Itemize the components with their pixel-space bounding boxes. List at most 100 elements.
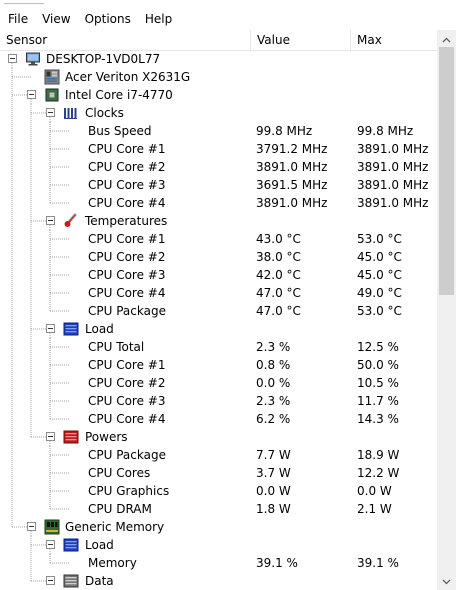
sensor-row-cpu-package[interactable]: CPU Package 7.7 W 18.9 W: [0, 446, 437, 464]
sensor-label: Load: [85, 538, 114, 552]
sensor-value: 2.3 %: [256, 394, 291, 408]
sensor-max: 2.1 W: [357, 502, 392, 516]
sensor-row-cpu-core-2[interactable]: CPU Core #2 3891.0 MHz 3891.0 MHz: [0, 158, 437, 176]
collapse-toggle-icon[interactable]: [46, 576, 55, 585]
sensor-label: CPU Core #2: [88, 160, 166, 174]
sensor-label: CPU Core #3: [88, 394, 166, 408]
sensor-row-acer-veriton-x2631g[interactable]: Acer Veriton X2631G: [0, 68, 437, 86]
menu-file[interactable]: File: [0, 7, 35, 31]
sensor-max: 11.7 %: [357, 394, 399, 408]
clock-bars-icon: [63, 105, 79, 121]
collapse-toggle-icon[interactable]: [8, 54, 17, 63]
sensor-value: 0.0 W: [256, 484, 291, 498]
sensor-row-cpu-core-1[interactable]: CPU Core #1 0.8 % 50.0 %: [0, 356, 437, 374]
sensor-label: CPU Core #2: [88, 250, 166, 264]
sensor-row-cpu-cores[interactable]: CPU Cores 3.7 W 12.2 W: [0, 464, 437, 482]
sensor-row-cpu-core-1[interactable]: CPU Core #1 3791.2 MHz 3891.0 MHz: [0, 140, 437, 158]
tree-node-desktop-1vd0l77[interactable]: DESKTOP-1VD0L77: [0, 50, 437, 68]
scroll-up-icon[interactable]: [437, 31, 456, 48]
collapse-toggle-icon[interactable]: [27, 522, 36, 531]
memory-module-icon: [44, 519, 60, 535]
collapse-toggle-icon[interactable]: [46, 216, 55, 225]
menu-view[interactable]: View: [35, 7, 77, 31]
sensor-value: 47.0 °C: [256, 286, 301, 300]
sensor-tree-table: Sensor Value Max DESKTOP-1VD0L77 Acer Ver…: [0, 30, 456, 590]
sensor-row-cpu-core-1[interactable]: CPU Core #1 43.0 °C 53.0 °C: [0, 230, 437, 248]
sensor-value: 2.3 %: [256, 340, 291, 354]
sensor-max: 0.0 W: [357, 484, 392, 498]
sensor-max: 45.0 °C: [357, 250, 402, 264]
collapse-toggle-icon[interactable]: [46, 432, 55, 441]
sensor-value: 99.8 MHz: [256, 124, 313, 138]
vertical-scrollbar[interactable]: [437, 30, 456, 590]
sensor-label: Acer Veriton X2631G: [65, 70, 191, 84]
sensor-label: Temperatures: [85, 214, 168, 228]
sensor-value: 6.2 %: [256, 412, 291, 426]
sensor-row-cpu-core-2[interactable]: CPU Core #2 38.0 °C 45.0 °C: [0, 248, 437, 266]
tree-node-load[interactable]: Load: [0, 320, 437, 338]
column-header-max[interactable]: Max: [350, 30, 437, 50]
sensor-row-cpu-core-3[interactable]: CPU Core #3 2.3 % 11.7 %: [0, 392, 437, 410]
sensor-label: Load: [85, 322, 114, 336]
sensor-max: 3891.0 MHz: [357, 142, 429, 156]
sensor-max: 99.8 MHz: [357, 124, 414, 138]
tree-node-data[interactable]: Data: [0, 572, 437, 590]
sensor-label: Data: [85, 574, 114, 588]
power-gauge-icon: [63, 429, 79, 445]
sensor-label: CPU Core #1: [88, 142, 166, 156]
sensor-row-memory[interactable]: Memory 39.1 % 39.1 %: [0, 554, 437, 572]
collapse-toggle-icon[interactable]: [46, 324, 55, 333]
sensor-row-cpu-core-4[interactable]: CPU Core #4 6.2 % 14.3 %: [0, 410, 437, 428]
sensor-row-cpu-graphics[interactable]: CPU Graphics 0.0 W 0.0 W: [0, 482, 437, 500]
sensor-row-bus-speed[interactable]: Bus Speed 99.8 MHz 99.8 MHz: [0, 122, 437, 140]
cpu-chip-icon: [44, 87, 60, 103]
sensor-row-cpu-core-4[interactable]: CPU Core #4 3891.0 MHz 3891.0 MHz: [0, 194, 437, 212]
sensor-value: 38.0 °C: [256, 250, 301, 264]
sensor-row-cpu-core-3[interactable]: CPU Core #3 3691.5 MHz 3891.0 MHz: [0, 176, 437, 194]
computer-icon: [25, 51, 41, 67]
sensor-value: 7.7 W: [256, 448, 291, 462]
thermometer-icon: [63, 213, 79, 229]
tree-node-intel-core-i7-4770[interactable]: Intel Core i7-4770: [0, 86, 437, 104]
sensor-row-cpu-total[interactable]: CPU Total 2.3 % 12.5 %: [0, 338, 437, 356]
column-header-sensor[interactable]: Sensor: [0, 30, 250, 50]
load-gauge-icon: [63, 321, 79, 337]
sensor-label: Powers: [85, 430, 128, 444]
scrollbar-thumb[interactable]: [439, 47, 454, 295]
menu-help[interactable]: Help: [138, 7, 179, 31]
scroll-down-icon[interactable]: [437, 573, 456, 590]
collapse-toggle-icon[interactable]: [27, 90, 36, 99]
sensor-max: 50.0 %: [357, 358, 399, 372]
sensor-label: CPU Cores: [88, 466, 151, 480]
sensor-label: Bus Speed: [88, 124, 152, 138]
collapse-toggle-icon[interactable]: [46, 540, 55, 549]
column-header-value[interactable]: Value: [250, 30, 350, 50]
sensor-row-cpu-dram[interactable]: CPU DRAM 1.8 W 2.1 W: [0, 500, 437, 518]
sensor-value: 0.8 %: [256, 358, 291, 372]
sensor-value: 3691.5 MHz: [256, 178, 328, 192]
sensor-value: 3891.0 MHz: [256, 196, 328, 210]
tree-node-temperatures[interactable]: Temperatures: [0, 212, 437, 230]
sensor-row-cpu-package[interactable]: CPU Package 47.0 °C 53.0 °C: [0, 302, 437, 320]
sensor-row-cpu-core-3[interactable]: CPU Core #3 42.0 °C 45.0 °C: [0, 266, 437, 284]
sensor-row-cpu-core-2[interactable]: CPU Core #2 0.0 % 10.5 %: [0, 374, 437, 392]
sensor-label: CPU Core #4: [88, 196, 166, 210]
sensor-max: 45.0 °C: [357, 268, 402, 282]
sensor-max: 39.1 %: [357, 556, 399, 570]
sensor-value: 1.8 W: [256, 502, 291, 516]
sensor-max: 49.0 °C: [357, 286, 402, 300]
sensor-label: CPU Core #4: [88, 412, 166, 426]
sensor-value: 47.0 °C: [256, 304, 301, 318]
sensor-max: 3891.0 MHz: [357, 178, 429, 192]
sensor-label: CPU Core #3: [88, 178, 166, 192]
tree-node-clocks[interactable]: Clocks: [0, 104, 437, 122]
menu-options[interactable]: Options: [78, 7, 138, 31]
collapse-toggle-icon[interactable]: [46, 108, 55, 117]
motherboard-icon: [44, 69, 60, 85]
sensor-max: 14.3 %: [357, 412, 399, 426]
sensor-row-cpu-core-4[interactable]: CPU Core #4 47.0 °C 49.0 °C: [0, 284, 437, 302]
tree-node-load[interactable]: Load: [0, 536, 437, 554]
tree-node-generic-memory[interactable]: Generic Memory: [0, 518, 437, 536]
sensor-label: CPU Core #2: [88, 376, 166, 390]
tree-node-powers[interactable]: Powers: [0, 428, 437, 446]
